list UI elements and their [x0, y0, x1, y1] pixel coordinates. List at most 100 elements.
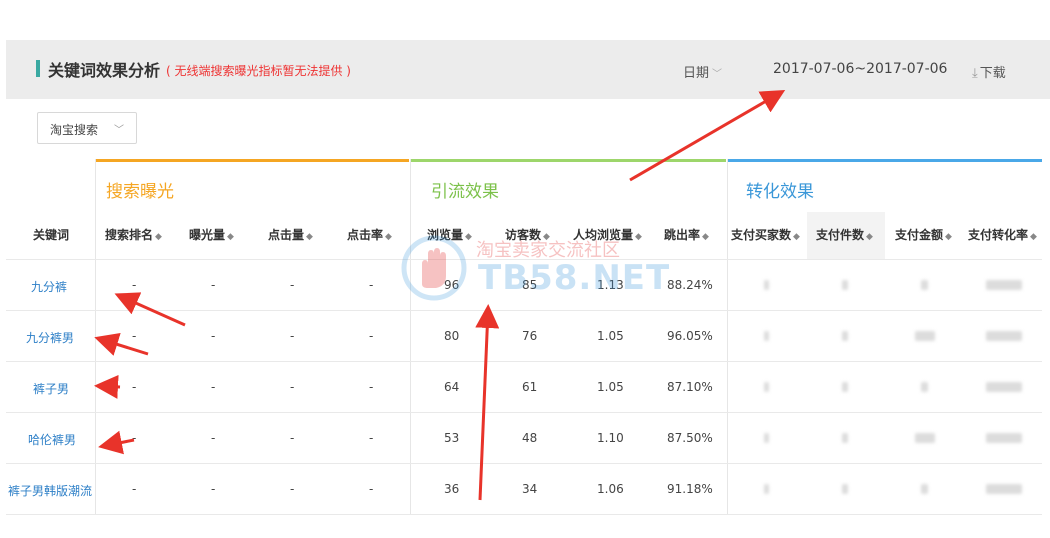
date-dropdown[interactable]: 日期 ﹀	[683, 62, 722, 81]
annotation-arrow	[94, 374, 121, 399]
clicks-cell: -	[290, 278, 295, 292]
annotation-arrow	[98, 430, 135, 455]
row-divider	[6, 412, 1042, 413]
source-select[interactable]: 淘宝搜索 ﹀	[37, 112, 137, 144]
pv-cell: 80	[444, 329, 460, 343]
ctr-cell: -	[369, 431, 374, 445]
group-label: 转化效果	[746, 182, 814, 202]
ctr-cell: -	[369, 329, 374, 343]
redacted-value	[986, 484, 1022, 494]
group-label: 搜索曝光	[106, 182, 174, 202]
pv-per-uv-cell: 1.13	[597, 278, 624, 292]
redacted-value	[842, 433, 848, 443]
keyword-link[interactable]: 九分裤	[31, 278, 67, 295]
row-divider	[6, 310, 1042, 311]
group-conversion-effect: 转化效果	[728, 159, 1042, 209]
col-header-pv-per-uv[interactable]: 人均浏览量 ◆	[573, 226, 642, 243]
sort-icon: ◆	[945, 232, 952, 242]
pv-cell: 36	[444, 482, 460, 496]
rank-cell: -	[132, 431, 137, 445]
clicks-cell: -	[290, 329, 295, 343]
exposure-cell: -	[211, 329, 216, 343]
row-divider	[6, 514, 1042, 515]
sort-icon: ◆	[465, 232, 472, 242]
annotation-arrow	[94, 332, 149, 356]
col-header-pv[interactable]: 浏览量 ◆	[427, 226, 472, 243]
chevron-down-icon: ﹀	[114, 125, 124, 136]
bounce-cell: 88.24%	[667, 278, 713, 292]
keyword-link[interactable]: 裤子男韩版潮流	[8, 482, 92, 499]
panel-header: 关键词效果分析 ( 无线端搜索曝光指标暂无法提供 ) 日期 ﹀ 2017-07-0…	[6, 40, 1050, 99]
sort-icon: ◆	[155, 232, 162, 242]
row-divider	[6, 463, 1042, 464]
redacted-value	[764, 280, 769, 290]
redacted-value	[921, 280, 928, 290]
keyword-link[interactable]: 哈伦裤男	[28, 431, 76, 448]
sort-icon: ◆	[1030, 232, 1037, 242]
column-divider	[727, 159, 728, 515]
col-header-uv[interactable]: 访客数 ◆	[505, 226, 550, 243]
download-icon: ⤓	[972, 66, 978, 81]
redacted-value	[842, 331, 848, 341]
date-label: 日期	[683, 66, 710, 81]
redacted-value	[915, 331, 935, 341]
watermark-text-en: TB58.NET	[478, 258, 671, 298]
title-note: ( 无线端搜索曝光指标暂无法提供 )	[166, 64, 351, 78]
col-header-ctr[interactable]: 点击率 ◆	[347, 226, 392, 243]
redacted-value	[764, 433, 769, 443]
annotation-arrow	[475, 304, 500, 501]
bounce-cell: 87.50%	[667, 431, 713, 445]
redacted-value	[842, 484, 848, 494]
sort-icon: ◆	[866, 232, 873, 242]
group-bar	[96, 159, 409, 162]
download-button[interactable]: ⤓ 下载	[972, 62, 1006, 81]
uv-cell: 48	[522, 431, 538, 445]
redacted-value	[842, 280, 848, 290]
col-header-cvr[interactable]: 支付转化率 ◆	[968, 226, 1037, 243]
pv-cell: 53	[444, 431, 460, 445]
group-bar	[411, 159, 726, 162]
pv-per-uv-cell: 1.06	[597, 482, 624, 496]
col-header-clicks[interactable]: 点击量 ◆	[268, 226, 313, 243]
rank-cell: -	[132, 482, 137, 496]
row-divider	[6, 259, 1042, 260]
sort-icon: ◆	[227, 232, 234, 242]
group-label: 引流效果	[431, 182, 499, 202]
rank-cell: -	[132, 329, 137, 343]
group-bar	[728, 159, 1042, 162]
pv-per-uv-cell: 1.05	[597, 329, 624, 343]
source-select-value: 淘宝搜索	[50, 123, 99, 137]
redacted-value	[764, 484, 769, 494]
keyword-link[interactable]: 九分裤男	[26, 329, 74, 346]
redacted-value	[986, 331, 1022, 341]
uv-cell: 85	[522, 278, 538, 292]
pv-cell: 64	[444, 380, 460, 394]
group-search-exposure: 搜索曝光	[96, 159, 409, 209]
sort-icon: ◆	[306, 232, 313, 242]
ctr-cell: -	[369, 482, 374, 496]
col-header-amount[interactable]: 支付金额 ◆	[895, 226, 952, 243]
col-header-buyers[interactable]: 支付买家数 ◆	[731, 226, 800, 243]
top-strip	[0, 0, 1050, 40]
pv-per-uv-cell: 1.10	[597, 431, 624, 445]
col-header-items[interactable]: 支付件数 ◆	[816, 226, 873, 243]
uv-cell: 34	[522, 482, 538, 496]
sort-icon: ◆	[385, 232, 392, 242]
ctr-cell: -	[369, 380, 374, 394]
row-divider	[6, 361, 1042, 362]
date-range[interactable]: 2017-07-06~2017-07-06	[773, 61, 947, 77]
keyword-link[interactable]: 裤子男	[33, 380, 69, 397]
sort-icon: ◆	[635, 232, 642, 242]
exposure-cell: -	[211, 482, 216, 496]
col-header-exposure[interactable]: 曝光量 ◆	[189, 226, 234, 243]
col-header-bounce[interactable]: 跳出率 ◆	[664, 226, 709, 243]
col-header-rank[interactable]: 搜索排名 ◆	[105, 226, 162, 243]
page-title: 关键词效果分析	[48, 61, 161, 80]
ctr-cell: -	[369, 278, 374, 292]
column-divider	[95, 159, 96, 515]
pv-cell: 96	[444, 278, 460, 292]
uv-cell: 76	[522, 329, 538, 343]
bounce-cell: 96.05%	[667, 329, 713, 343]
clicks-cell: -	[290, 482, 295, 496]
title-accent-bar	[36, 60, 40, 77]
